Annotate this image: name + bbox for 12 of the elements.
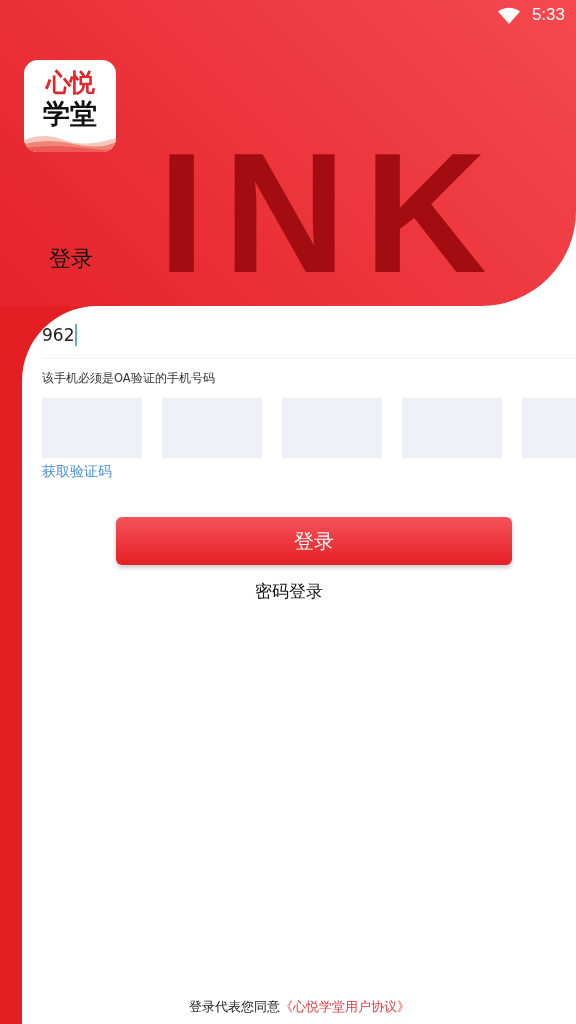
phone-field[interactable]: 962 xyxy=(42,312,576,359)
wifi-icon xyxy=(497,6,520,24)
agreement-link[interactable]: 《心悦学堂用户协议》 xyxy=(279,999,410,1014)
status-time: 5:33 xyxy=(531,5,565,25)
app-logo: 心悦 学堂 xyxy=(24,60,116,152)
hint-text: 该手机必须是OA验证的手机号码 xyxy=(42,371,215,386)
get-code-link[interactable]: 获取验证码 xyxy=(42,463,112,481)
background-lettering: INK xyxy=(158,128,505,298)
password-login-link[interactable]: 密码登录 xyxy=(255,580,323,603)
page-title: 登录 xyxy=(49,245,93,273)
agreement-text: 登录代表您同意《心悦学堂用户协议》 xyxy=(188,999,410,1016)
login-button[interactable]: 登录 xyxy=(116,517,512,565)
